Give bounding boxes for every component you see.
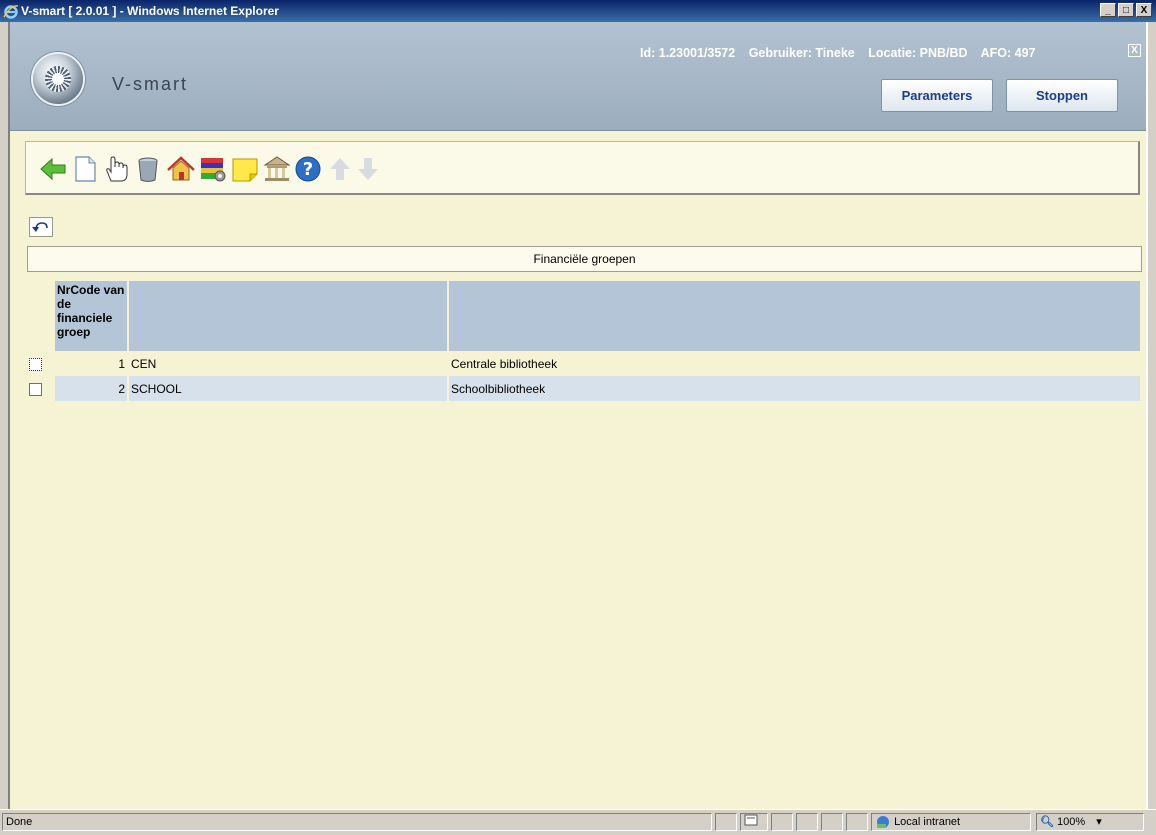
table-row[interactable]: 1 CEN Centrale bibliotheek [29, 351, 1140, 376]
settings-books-icon[interactable] [198, 154, 228, 184]
column-header-code[interactable] [129, 281, 447, 351]
zoom-control[interactable]: 🔍︎ 100% ▾ [1036, 813, 1144, 831]
section-title: Financiële groepen [27, 246, 1142, 272]
close-session-icon[interactable]: X [1128, 44, 1141, 57]
undo-button[interactable] [29, 217, 53, 237]
home-icon[interactable] [166, 154, 196, 184]
location-text: Locatie: PNB/BD [868, 46, 968, 60]
brand-name: V-smart [112, 74, 189, 94]
library-building-icon[interactable] [262, 154, 292, 184]
delete-bucket-icon[interactable] [133, 154, 163, 184]
new-document-icon[interactable] [70, 154, 100, 184]
status-pane [796, 813, 818, 831]
zoom-dropdown-icon[interactable]: ▾ [1096, 816, 1102, 828]
minimize-button[interactable]: _ [1100, 3, 1116, 17]
column-header-nrcode[interactable]: NrCode van de financiele groep [55, 281, 127, 351]
close-window-button[interactable]: X [1136, 3, 1152, 17]
status-pane [715, 813, 737, 831]
app-header: V-smart Id: 1.23001/3572 Gebruiker: Tine… [10, 22, 1146, 131]
row-checkbox[interactable] [29, 382, 42, 396]
zone-pane: Local intranet [871, 813, 1031, 831]
zone-text: Local intranet [894, 816, 961, 828]
user-text: Gebruiker: Tineke [748, 46, 855, 60]
financial-groups-table: NrCode van de financiele groep 1 CEN Cen… [27, 281, 1142, 401]
status-pane [771, 813, 793, 831]
stop-button[interactable]: Stoppen [1006, 79, 1118, 112]
arrow-down-icon[interactable] [353, 154, 383, 184]
app-area: V-smart Id: 1.23001/3572 Gebruiker: Tine… [8, 22, 1148, 809]
svg-text:?: ? [303, 159, 313, 180]
row-nr: 2 [55, 376, 127, 401]
page-icon-pane [740, 813, 768, 831]
page-icon [744, 814, 758, 826]
hand-select-icon[interactable] [101, 154, 131, 184]
id-text: Id: 1.23001/3572 [640, 46, 736, 60]
maximize-button[interactable]: □ [1118, 3, 1134, 17]
row-code: SCHOOL [129, 376, 447, 401]
row-nr: 1 [55, 351, 127, 376]
toolbar: ? [25, 141, 1140, 195]
row-checkbox[interactable] [29, 357, 42, 371]
vsmart-logo-icon [33, 54, 83, 104]
afo-text: AFO: 497 [980, 46, 1036, 60]
status-text: Done [2, 813, 712, 831]
window-titlebar: V-smart [ 2.0.01 ] - Windows Internet Ex… [0, 0, 1156, 22]
zoom-level: 100% [1057, 816, 1086, 828]
parameters-button[interactable]: Parameters [881, 79, 993, 112]
local-intranet-icon [877, 816, 889, 829]
undo-icon [32, 222, 48, 232]
zoom-icon: 🔍︎ [1040, 816, 1054, 828]
browser-statusbar: Done Local intranet 🔍︎ 100% ▾ [0, 809, 1156, 835]
window-title: V-smart [ 2.0.01 ] - Windows Internet Ex… [21, 4, 279, 18]
arrow-up-icon[interactable] [325, 154, 355, 184]
status-pane [821, 813, 843, 831]
row-code: CEN [129, 351, 447, 376]
select-column-header [29, 281, 53, 351]
back-arrow-icon[interactable] [38, 154, 68, 184]
help-icon[interactable]: ? [293, 154, 323, 184]
row-description: Centrale bibliotheek [449, 351, 1140, 376]
status-pane [846, 813, 868, 831]
session-info: Id: 1.23001/3572 Gebruiker: Tineke Locat… [640, 46, 1045, 60]
column-header-description[interactable] [449, 281, 1140, 351]
internet-explorer-icon [3, 5, 19, 19]
row-description: Schoolbibliotheek [449, 376, 1140, 401]
note-icon[interactable] [230, 154, 260, 184]
table-row[interactable]: 2 SCHOOL Schoolbibliotheek [29, 376, 1140, 401]
